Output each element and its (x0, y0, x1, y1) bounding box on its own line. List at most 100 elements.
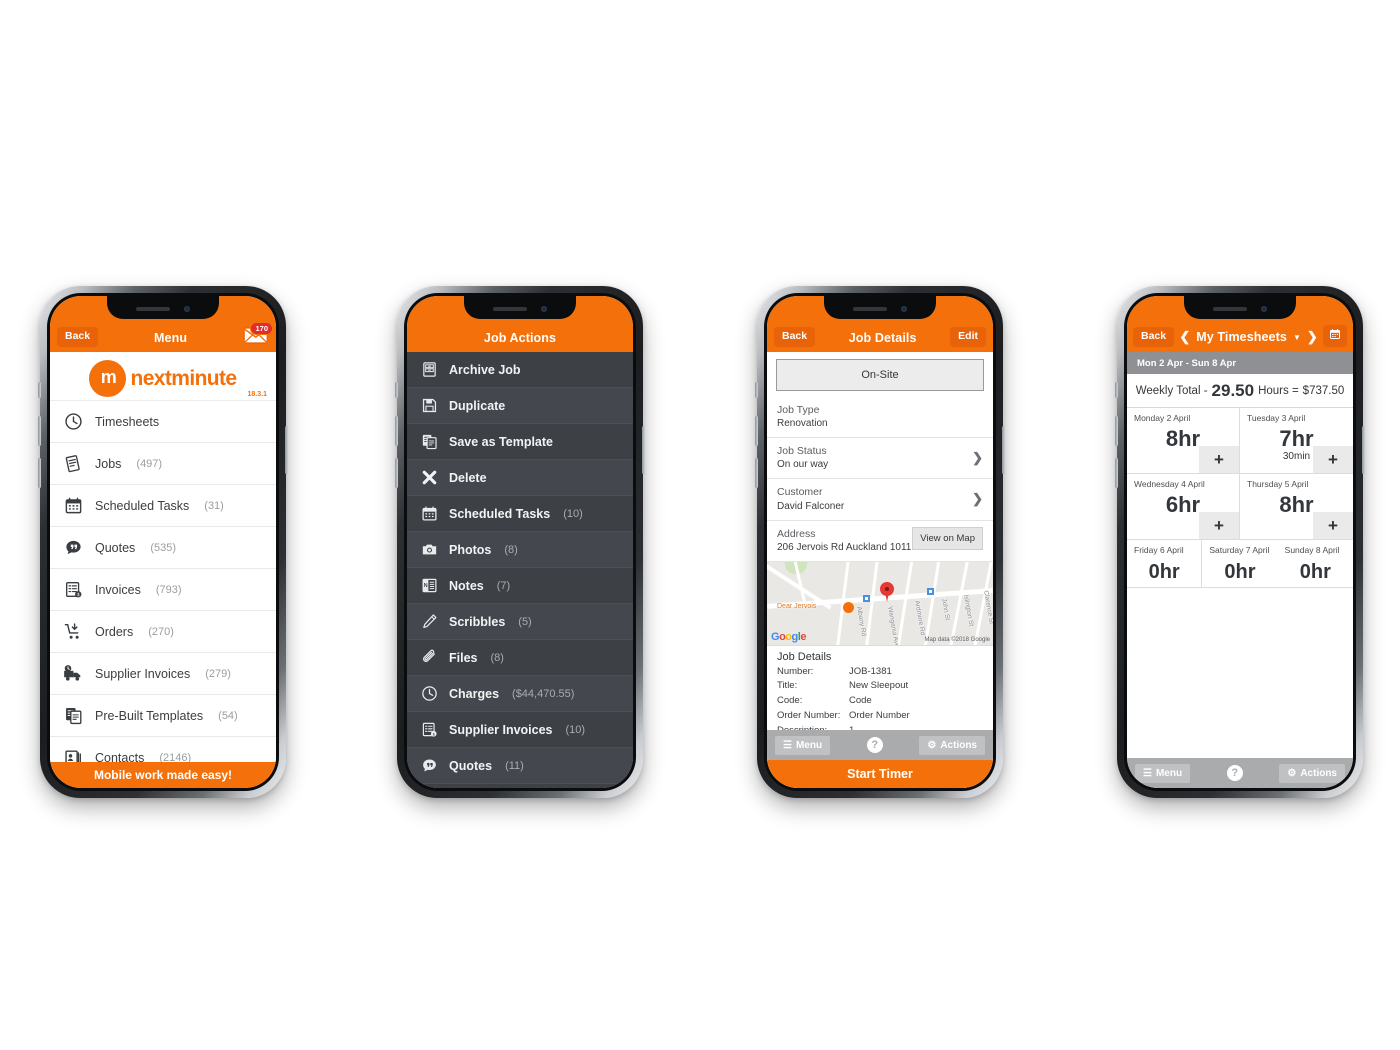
phone-job-actions: Job Actions Archive Job Duplicate Save a… (395, 286, 645, 798)
front-camera (184, 306, 190, 312)
job-details-content: On-Site Job Type Renovation Job Status O… (767, 359, 993, 788)
action-item-partial[interactable] (407, 784, 633, 788)
action-item-charges[interactable]: Charges ($44,470.55) (407, 676, 633, 712)
action-item-notes[interactable]: N Notes (7) (407, 568, 633, 604)
mute-switch (755, 382, 758, 398)
menu-item-invoices[interactable]: $ Invoices (793) (50, 569, 276, 611)
start-timer-button[interactable]: Start Timer (767, 760, 993, 788)
day-label: Sunday 8 April (1284, 545, 1340, 555)
menu-item-count: (793) (155, 583, 182, 596)
chevron-right-icon: ❯ (972, 450, 983, 466)
view-on-map-button[interactable]: View on Map (912, 526, 983, 550)
calendar-picker-button[interactable] (1322, 325, 1347, 347)
action-item-files[interactable]: Files (8) (407, 640, 633, 676)
menu-item-quotes[interactable]: Quotes (535) (50, 527, 276, 569)
action-item-delete[interactable]: Delete (407, 460, 633, 496)
archive-icon (419, 361, 439, 378)
caret-down-icon[interactable]: ▼ (1293, 333, 1301, 342)
action-item-label: Scheduled Tasks (449, 506, 551, 521)
menu-item-supplier-invoices[interactable]: Supplier Invoices (279) (50, 653, 276, 695)
menu-button[interactable]: ☰ Menu (775, 735, 831, 755)
action-item-scheduled-tasks[interactable]: Scheduled Tasks (10) (407, 496, 633, 532)
menu-item-orders[interactable]: Orders (270) (50, 611, 276, 653)
page-title: Menu (154, 331, 188, 345)
menu-item-jobs[interactable]: Jobs (497) (50, 443, 276, 485)
location-map[interactable]: Dear Jervois Albany Rd Wanganui Ave Ardm… (767, 561, 993, 646)
map-street-label: Islington St (962, 593, 975, 627)
menu-item-label: Timesheets (95, 414, 160, 429)
menu-item-label: Invoices (95, 582, 141, 597)
action-item-quotes[interactable]: Quotes (11) (407, 748, 633, 784)
add-entry-button[interactable]: + (1313, 446, 1353, 473)
power-button (285, 426, 288, 474)
onsite-status-button[interactable]: On-Site (776, 359, 984, 391)
actions-button[interactable]: ⚙ Actions (1279, 763, 1345, 783)
field-label: Job Type (777, 404, 820, 416)
action-item-supplier-invoices[interactable]: $ Supplier Invoices (10) (407, 712, 633, 748)
help-button[interactable]: ? (1226, 765, 1243, 781)
action-item-photos[interactable]: Photos (8) (407, 532, 633, 568)
mute-switch (38, 382, 41, 398)
field-value: Renovation (777, 418, 828, 430)
pen-icon (419, 613, 439, 630)
messages-badge: 170 (250, 322, 273, 336)
field-customer[interactable]: Customer David Falconer ❯ (767, 479, 993, 521)
menu-item-scheduled-tasks[interactable]: Scheduled Tasks (31) (50, 485, 276, 527)
notch (824, 296, 936, 319)
main-menu-list: Timesheets Jobs (497) Scheduled Tasks (3… (50, 401, 276, 779)
chevron-left-icon[interactable]: ❮ (1179, 329, 1190, 345)
day-cell-friday[interactable]: Friday 6 April 0hr (1127, 540, 1203, 588)
action-item-archive-job[interactable]: Archive Job (407, 352, 633, 388)
front-camera (541, 306, 547, 312)
detail-line: Number: JOB-1381 (777, 665, 983, 680)
field-label: Customer (777, 486, 823, 499)
chevron-right-icon[interactable]: ❯ (1307, 329, 1318, 345)
map-street-label: Albany Rd (855, 605, 868, 637)
action-item-label: Duplicate (449, 398, 506, 413)
back-button[interactable]: Back (774, 327, 816, 347)
menu-item-label: Supplier Invoices (95, 666, 191, 681)
field-job-status[interactable]: Job Status On our way ❯ (767, 438, 993, 480)
volume-down-button (755, 458, 758, 488)
action-item-label: Save as Template (449, 434, 553, 449)
back-button[interactable]: Back (57, 327, 99, 347)
menu-item-label: Pre-Built Templates (95, 708, 204, 723)
phone-menu: Back Menu 170 m nextminute 18.3.1 Timesh… (38, 286, 288, 798)
earpiece-speaker (493, 307, 527, 311)
timesheet-grid: Monday 2 April 8hr + Tuesday 3 April 7hr… (1127, 408, 1353, 588)
back-button[interactable]: Back (1133, 327, 1175, 347)
front-camera (901, 306, 907, 312)
action-item-label: Charges (449, 686, 500, 701)
actions-button[interactable]: ⚙ Actions (919, 735, 985, 755)
add-entry-button[interactable]: + (1199, 446, 1239, 473)
volume-up-button (395, 416, 398, 446)
action-item-save-as-template[interactable]: Save as Template (407, 424, 633, 460)
page-title: Job Actions (483, 331, 557, 345)
day-label: Saturday 7 April (1209, 545, 1270, 555)
menu-button[interactable]: ☰ Menu (1135, 763, 1191, 783)
add-entry-button[interactable]: + (1313, 512, 1353, 539)
day-cell-wednesday[interactable]: Wednesday 4 April 6hr + (1127, 474, 1240, 540)
day-cell-thursday[interactable]: Thursday 5 April 8hr + (1240, 474, 1353, 540)
action-item-duplicate[interactable]: Duplicate (407, 388, 633, 424)
menu-item-pre-built-templates[interactable]: Pre-Built Templates (54) (50, 695, 276, 737)
menu-item-count: (535) (150, 541, 176, 554)
action-item-scribbles[interactable]: Scribbles (5) (407, 604, 633, 640)
menu-item-timesheets[interactable]: Timesheets (50, 401, 276, 443)
day-cell-saturday[interactable]: Saturday 7 April 0hr (1202, 540, 1278, 588)
action-item-count: (8) (490, 651, 504, 664)
help-button[interactable]: ? (866, 737, 883, 753)
bottom-toolbar: ☰ Menu ? ⚙ Actions (1127, 758, 1353, 788)
add-entry-button[interactable]: + (1199, 512, 1239, 539)
chevron-right-icon: ❯ (972, 491, 983, 507)
edit-button[interactable]: Edit (950, 327, 986, 347)
day-cell-tuesday[interactable]: Tuesday 3 April 7hr 30min + (1240, 408, 1353, 474)
notes-icon: N (419, 577, 439, 594)
day-cell-monday[interactable]: Monday 2 April 8hr + (1127, 408, 1240, 474)
messages-button[interactable]: 170 (243, 322, 273, 347)
day-cell-sunday[interactable]: Sunday 8 April 0hr (1277, 540, 1353, 588)
paperclip-icon (419, 649, 439, 666)
invoice-icon: $ (62, 580, 84, 599)
page-title: Job Details (848, 331, 917, 345)
calendar-icon (62, 496, 84, 515)
